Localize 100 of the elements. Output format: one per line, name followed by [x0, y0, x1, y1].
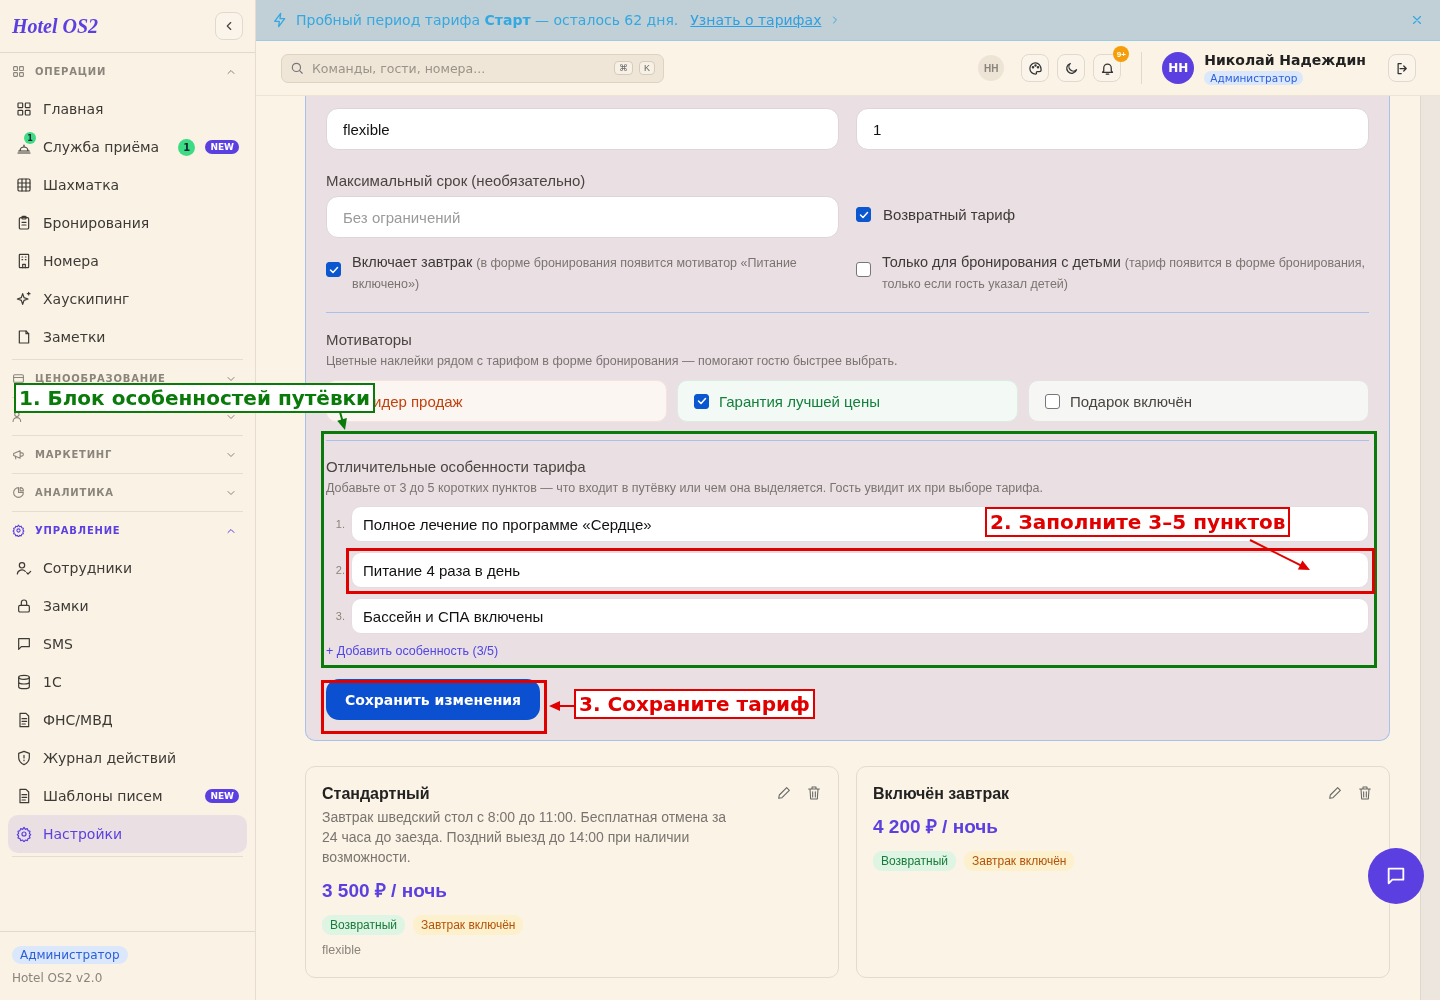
section-title: Мотиваторы: [326, 331, 413, 348]
palette-icon: [1027, 60, 1043, 76]
sidebar-item[interactable]: Журнал действий: [8, 739, 247, 777]
document-icon: [16, 712, 32, 728]
sidebar-item[interactable]: Сотрудники: [8, 549, 247, 587]
sidebar-item[interactable]: Хаускипинг: [8, 280, 247, 318]
checkbox-label: Включает завтрак (в форме бронирования появится мотиватор «Питание включено»): [352, 253, 798, 293]
motivator-option[interactable]: Гарантия лучшей цены: [677, 380, 1018, 422]
role-badge: Администратор: [12, 946, 128, 964]
notification-badge: 1: [24, 132, 36, 144]
building-icon: [16, 253, 32, 269]
role-badge: Администратор: [1204, 70, 1304, 85]
sidebar-item[interactable]: Бронирования: [8, 204, 247, 242]
section-header[interactable]: УПРАВЛЕНИЕ: [12, 512, 243, 549]
megaphone-icon: [12, 448, 25, 461]
search-field[interactable]: Команды, гости, номера... ⌘ K: [281, 53, 664, 83]
moon-icon: [1063, 60, 1079, 76]
list-number: 2.: [334, 564, 345, 576]
section-subtitle: Цветные наклейки рядом с тарифом в форме бронирования — помогают гостю быстрее выбрать.: [326, 354, 899, 368]
user-avatar[interactable]: НН: [1162, 52, 1195, 84]
grid-icon: [12, 65, 25, 78]
motivator-option[interactable]: Подарок включён: [1028, 380, 1369, 422]
sidebar-item[interactable]: Шахматка: [8, 166, 247, 204]
edit-icon[interactable]: [776, 785, 792, 801]
checkbox[interactable]: [856, 262, 871, 277]
pie-chart-icon: [12, 486, 25, 499]
tariff-tag: Возвратный: [322, 915, 405, 935]
tariff-tag: Завтрак включён: [963, 851, 1075, 871]
sidebar-item[interactable]: Номера: [8, 242, 247, 280]
app-logo: Hotel OS2: [12, 14, 99, 38]
list-number: 3.: [334, 610, 345, 622]
shortcut-key: K: [639, 61, 655, 75]
feature-field[interactable]: Питание 4 раза в день: [351, 552, 1369, 588]
logout-icon: [1394, 60, 1410, 76]
note-icon: [16, 329, 32, 345]
tariff-description: Завтрак шведский стол с 8:00 до 11:00. Бесплатная отмена за 24 часа до заезда. Поздний выезд до 14:00 при наличии возможности.: [322, 808, 728, 867]
sidebar-item[interactable]: ФНС/МВД: [8, 701, 247, 739]
count-badge: 1: [178, 138, 196, 156]
sidebar-item[interactable]: Шаблоны писем NEW: [8, 777, 247, 815]
lightning-icon: [272, 12, 288, 28]
save-button[interactable]: Сохранить изменения: [326, 679, 540, 720]
text-field[interactable]: 1: [856, 108, 1369, 150]
logout-button[interactable]: [1388, 54, 1416, 82]
sidebar-item[interactable]: SMS: [8, 625, 247, 663]
initials-chip: НН: [978, 55, 1005, 81]
checkbox[interactable]: [1045, 393, 1060, 409]
new-badge: NEW: [205, 140, 239, 154]
clipboard-icon: [16, 215, 32, 231]
new-badge: NEW: [205, 789, 239, 803]
bell-icon: [1099, 60, 1115, 76]
edit-icon[interactable]: [1327, 785, 1343, 801]
feature-field[interactable]: Бассейн и СПА включены: [351, 598, 1369, 634]
pointer-arrow: [549, 701, 575, 711]
tariff-tag: Возвратный: [873, 851, 956, 871]
sidebar-item[interactable]: 1 Служба приёма 1 NEW: [8, 128, 247, 166]
banner-text: Пробный период тарифа Старт — осталось 62 дня.: [296, 12, 679, 28]
sidebar-item[interactable]: Замки: [8, 587, 247, 625]
checkbox[interactable]: [856, 207, 871, 222]
text-field[interactable]: flexible: [326, 108, 839, 150]
tariff-price: 3 500 ₽ / ночь: [322, 879, 448, 903]
scrollbar[interactable]: [1420, 96, 1440, 1000]
policy-text: flexible: [322, 943, 362, 957]
theme-button[interactable]: [1057, 54, 1086, 82]
version-text: Hotel OS2 v2.0: [12, 971, 103, 985]
callout-tooltip: 3. Сохраните тариф: [574, 689, 815, 719]
sidebar-item[interactable]: Заметки: [8, 318, 247, 356]
section-subtitle: Добавьте от 3 до 5 коротких пунктов — что входит в путёвку или чем она выделяется. Гость увидит их при выборе тарифа.: [326, 481, 1044, 495]
checkbox[interactable]: [694, 393, 709, 409]
checkbox[interactable]: [326, 262, 341, 277]
user-check-icon: [16, 560, 32, 576]
delete-icon[interactable]: [1357, 785, 1373, 801]
text-field[interactable]: Без ограничений: [326, 196, 839, 238]
settings-icon: [16, 826, 32, 842]
sidebar-item[interactable]: 1С: [8, 663, 247, 701]
checkbox-label: Возвратный тариф: [883, 206, 1015, 223]
card-icon: [12, 372, 25, 385]
sparkle-icon: [16, 291, 32, 307]
delete-icon[interactable]: [806, 785, 822, 801]
chat-icon: [1385, 865, 1407, 887]
search-icon: [290, 61, 304, 75]
section-title: Отличительные особенности тарифа: [326, 458, 587, 475]
search-input[interactable]: Команды, гости, номера...: [310, 59, 608, 77]
tariff-name: Включён завтрак: [873, 785, 1011, 803]
tariff-tag: Завтрак включён: [412, 915, 524, 935]
add-feature-link[interactable]: + Добавить особенность (3/5): [326, 644, 499, 658]
palette-button[interactable]: [1021, 54, 1050, 82]
callout-tooltip: 2. Заполните 3–5 пунктов: [985, 507, 1291, 537]
pointer-arrow: [337, 411, 347, 430]
table-icon: [16, 177, 32, 193]
document-icon: [16, 788, 32, 804]
tariff-name: Стандартный: [322, 785, 431, 803]
sidebar-item[interactable]: Настройки: [8, 815, 247, 853]
settings-icon: [12, 524, 25, 537]
pointer-arrow: [1249, 539, 1310, 570]
shield-icon: [16, 750, 32, 766]
shortcut-key: ⌘: [614, 61, 633, 75]
sidebar-item[interactable]: Главная: [8, 90, 247, 128]
database-icon: [16, 674, 32, 690]
tariff-price: 4 200 ₽ / ночь: [873, 815, 999, 839]
user-name: Николай Надеждин: [1204, 51, 1366, 68]
